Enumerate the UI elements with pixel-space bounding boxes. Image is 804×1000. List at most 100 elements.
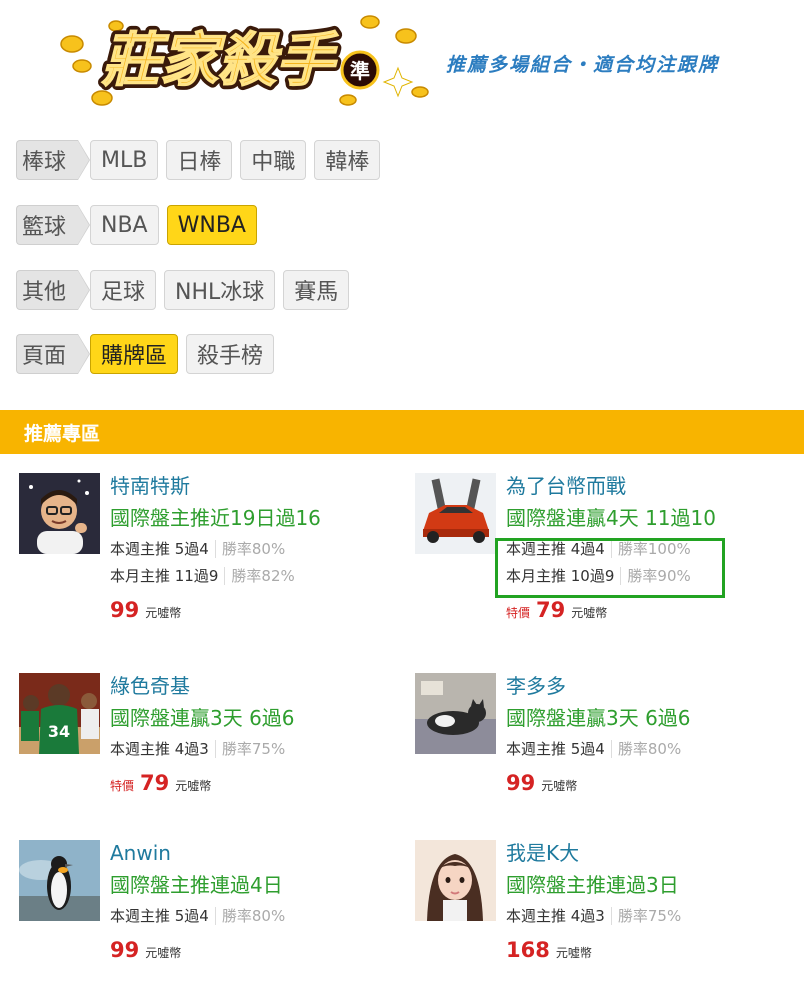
weekly-win-rate: 勝率75% bbox=[214, 740, 286, 758]
expert-card[interactable]: 34 綠色奇基國際盤連贏3天 6過6 本週主推 4過3 勝率75% 特價 79 元噓幣 bbox=[19, 673, 399, 823]
category-button[interactable]: WNBA bbox=[166, 205, 257, 245]
weekly-record: 本週主推 4過4 bbox=[506, 540, 605, 558]
promo-label: 特價 bbox=[110, 779, 135, 793]
category-row: 棒球 MLB 日棒 中職 韓棒 bbox=[16, 140, 388, 180]
price-amount: 99 bbox=[506, 771, 536, 795]
category-label: 頁面 bbox=[16, 334, 90, 374]
weekly-win-rate: 勝率80% bbox=[214, 540, 286, 558]
expert-name[interactable]: 特南特斯 bbox=[110, 473, 400, 499]
monthly-stat: 本月主推 10過9 勝率90% bbox=[506, 566, 796, 586]
weekly-stat: 本週主推 5過4 勝率80% bbox=[506, 739, 796, 759]
girl-avatar[interactable] bbox=[415, 840, 496, 921]
weekly-win-rate: 勝率100% bbox=[610, 540, 691, 558]
section-header: 推薦專區 bbox=[0, 410, 804, 454]
sports-car-avatar[interactable] bbox=[415, 473, 496, 554]
category-button[interactable]: 賽馬 bbox=[283, 270, 350, 310]
expert-name[interactable]: 我是K大 bbox=[506, 840, 796, 866]
price-tag[interactable]: 99 元噓幣 bbox=[110, 598, 400, 622]
expert-info: 李多多國際盤連贏3天 6過6 本週主推 5過4 勝率80% 99 元噓幣 bbox=[506, 673, 796, 795]
expert-info: Anwin 國際盤主推連過4日本週主推 5過4 勝率80% 99 元噓幣 bbox=[110, 840, 400, 962]
category-button[interactable]: 足球 bbox=[90, 270, 157, 310]
weekly-record: 本週主推 5過4 bbox=[506, 740, 605, 758]
weekly-win-rate: 勝率75% bbox=[610, 907, 682, 925]
price-unit: 元噓幣 bbox=[145, 946, 182, 960]
category-button[interactable]: 韓棒 bbox=[314, 140, 381, 180]
penguin-avatar[interactable] bbox=[19, 840, 100, 921]
category-button[interactable]: MLB bbox=[90, 140, 159, 180]
logo-text: 莊家殺手 bbox=[101, 26, 339, 94]
weekly-stat: 本週主推 5過4 勝率80% bbox=[110, 539, 400, 559]
monthly-stat: 本月主推 11過9 勝率82% bbox=[110, 566, 400, 586]
basketball-player-avatar[interactable]: 34 bbox=[19, 673, 100, 754]
monthly-win-rate: 勝率82% bbox=[224, 567, 295, 585]
weekly-record: 本週主推 4過3 bbox=[506, 907, 605, 925]
expert-headline: 國際盤連贏3天 6過6 bbox=[110, 706, 295, 730]
price-unit: 元噓幣 bbox=[571, 606, 608, 620]
weekly-stat: 本週主推 4過4 勝率100% bbox=[506, 539, 796, 559]
expert-card[interactable]: 為了台幣而戰 國際盤連贏4天 11過10 本週主推 4過4 勝率100% 本月主推 10… bbox=[415, 473, 795, 623]
category-label: 棒球 bbox=[16, 140, 90, 180]
expert-headline: 國際盤連贏4天 11過10 bbox=[506, 506, 716, 530]
category-button[interactable]: 購牌區 bbox=[90, 334, 179, 374]
weekly-record: 本週主推 5過4 bbox=[110, 540, 209, 558]
price-tag[interactable]: 特價 79 元噓幣 bbox=[506, 598, 796, 622]
price-tag[interactable]: 168 元噓幣 bbox=[506, 938, 796, 962]
weekly-stat: 本週主推 4過3 勝率75% bbox=[110, 739, 400, 759]
expert-name[interactable]: 李多多 bbox=[506, 673, 796, 699]
header: 莊家殺手 莊家殺手 準 推薦多場組合・適合均注跟牌 bbox=[0, 0, 804, 120]
cat-avatar[interactable] bbox=[415, 673, 496, 754]
expert-card[interactable]: 我是K大國際盤主推連過3日本週主推 4過3 勝率75% 168 元噓幣 bbox=[415, 840, 795, 990]
expert-card[interactable]: 李多多國際盤連贏3天 6過6 本週主推 5過4 勝率80% 99 元噓幣 bbox=[415, 673, 795, 823]
category-button[interactable]: NHL冰球 bbox=[164, 270, 276, 310]
category-button[interactable]: 日棒 bbox=[166, 140, 233, 180]
expert-headline: 國際盤主推連過4日 bbox=[110, 873, 283, 897]
price-amount: 79 bbox=[536, 598, 566, 622]
expert-headline: 國際盤主推近19日過16 bbox=[110, 506, 321, 530]
weekly-record: 本週主推 4過3 bbox=[110, 740, 209, 758]
weekly-stat: 本週主推 4過3 勝率75% bbox=[506, 906, 796, 926]
weekly-win-rate: 勝率80% bbox=[214, 907, 286, 925]
category-button[interactable]: 中職 bbox=[240, 140, 307, 180]
killer-logo[interactable]: 莊家殺手 莊家殺手 準 bbox=[58, 8, 440, 112]
category-row: 籃球 NBA WNBA bbox=[16, 205, 265, 245]
monthly-record: 本月主推 10過9 bbox=[506, 567, 615, 585]
category-label: 其他 bbox=[16, 270, 90, 310]
price-unit: 元噓幣 bbox=[541, 779, 578, 793]
price-amount: 79 bbox=[140, 771, 170, 795]
price-tag[interactable]: 特價 79 元噓幣 bbox=[110, 771, 400, 795]
category-button[interactable]: 殺手榜 bbox=[186, 334, 275, 374]
weekly-record: 本週主推 5過4 bbox=[110, 907, 209, 925]
price-amount: 99 bbox=[110, 598, 140, 622]
price-unit: 元噓幣 bbox=[555, 946, 592, 960]
category-buttons: 購牌區 殺手榜 bbox=[90, 334, 282, 374]
expert-info: 綠色奇基國際盤連贏3天 6過6 本週主推 4過3 勝率75% 特價 79 元噓幣 bbox=[110, 673, 400, 795]
expert-card[interactable]: Anwin 國際盤主推連過4日本週主推 5過4 勝率80% 99 元噓幣 bbox=[19, 840, 399, 990]
category-buttons: 足球 NHL冰球 賽馬 bbox=[90, 270, 357, 310]
expert-name[interactable]: 為了台幣而戰 bbox=[506, 473, 796, 499]
slogan: 推薦多場組合・適合均注跟牌 bbox=[446, 54, 720, 76]
expert-headline: 國際盤連贏3天 6過6 bbox=[506, 706, 691, 730]
expert-name[interactable]: Anwin bbox=[110, 840, 400, 866]
monthly-win-rate: 勝率90% bbox=[620, 567, 691, 585]
expert-headline: 國際盤主推連過3日 bbox=[506, 873, 679, 897]
weekly-win-rate: 勝率80% bbox=[610, 740, 682, 758]
expert-info: 特南特斯國際盤主推近19日過16 本週主推 5過4 勝率80% 本月主推 11過9 勝率… bbox=[110, 473, 400, 622]
expert-card[interactable]: 特南特斯國際盤主推近19日過16 本週主推 5過4 勝率80% 本月主推 11過9 勝率… bbox=[19, 473, 399, 623]
category-button[interactable]: NBA bbox=[90, 205, 159, 245]
category-buttons: NBA WNBA bbox=[90, 205, 265, 245]
memoji-avatar[interactable] bbox=[19, 473, 100, 554]
price-unit: 元噓幣 bbox=[175, 779, 212, 793]
price-tag[interactable]: 99 元噓幣 bbox=[506, 771, 796, 795]
category-row: 頁面 購牌區 殺手榜 bbox=[16, 334, 282, 374]
price-amount: 168 bbox=[506, 938, 550, 962]
monthly-record: 本月主推 11過9 bbox=[110, 567, 219, 585]
category-label: 籃球 bbox=[16, 205, 90, 245]
expert-info: 我是K大國際盤主推連過3日本週主推 4過3 勝率75% 168 元噓幣 bbox=[506, 840, 796, 962]
expert-name[interactable]: 綠色奇基 bbox=[110, 673, 400, 699]
promo-label: 特價 bbox=[506, 606, 531, 620]
svg-text:34: 34 bbox=[48, 722, 70, 741]
expert-info: 為了台幣而戰 國際盤連贏4天 11過10 本週主推 4過4 勝率100% 本月主推 10… bbox=[506, 473, 796, 622]
price-tag[interactable]: 99 元噓幣 bbox=[110, 938, 400, 962]
category-buttons: MLB 日棒 中職 韓棒 bbox=[90, 140, 388, 180]
price-amount: 99 bbox=[110, 938, 140, 962]
